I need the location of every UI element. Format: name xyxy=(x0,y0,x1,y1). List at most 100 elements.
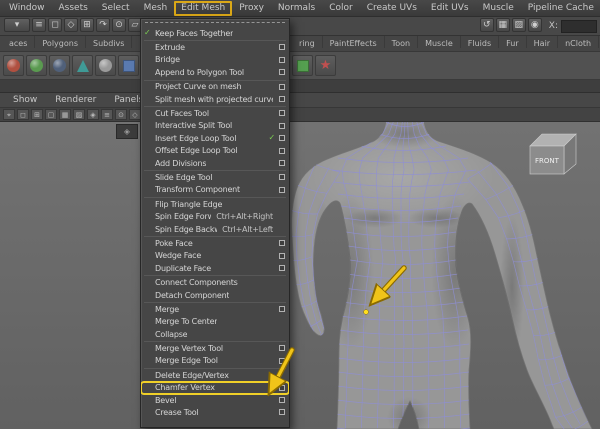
menu-item-merge-edge-tool[interactable]: Merge Edge Tool xyxy=(141,355,289,367)
menu-item-merge-to-center[interactable]: Merge To Center xyxy=(141,316,289,328)
menu-item-spin-edge-forward[interactable]: Spin Edge Forward Ctrl+Alt+Right xyxy=(141,210,289,222)
option-box[interactable] xyxy=(279,69,285,76)
option-box[interactable] xyxy=(279,135,285,142)
menu-item-extrude[interactable]: Extrude xyxy=(141,41,289,53)
option-box[interactable] xyxy=(279,186,285,193)
menu-item-append-to-polygon-tool[interactable]: Append to Polygon Tool xyxy=(141,66,289,78)
menubar-item-window[interactable]: Window xyxy=(2,2,52,15)
render-settings-icon[interactable]: ◉ xyxy=(527,17,542,32)
shelf-sphere-dark-icon[interactable] xyxy=(49,55,70,76)
menu-item-interactive-split-tool[interactable]: Interactive Split Tool xyxy=(141,120,289,132)
option-box[interactable] xyxy=(279,95,285,102)
option-box[interactable] xyxy=(279,252,285,259)
coordinate-x-input[interactable] xyxy=(561,19,597,33)
option-box[interactable] xyxy=(279,159,285,166)
menubar-item-muscle[interactable]: Muscle xyxy=(476,2,521,15)
menu-item-bridge[interactable]: Bridge xyxy=(141,54,289,66)
shelf-tab-hair[interactable]: Hair xyxy=(527,36,559,48)
grid-toggle-icon[interactable]: ⊞ xyxy=(31,109,43,120)
menu-item-poke-face[interactable]: Poke Face xyxy=(141,237,289,249)
menu-tearoff-handle[interactable] xyxy=(141,19,289,27)
option-box[interactable] xyxy=(279,122,285,129)
option-box[interactable] xyxy=(279,110,285,117)
menubar-item-color[interactable]: Color xyxy=(322,2,360,15)
shelf-tab-aces[interactable]: aces xyxy=(2,36,36,48)
shelf-tab-muscle[interactable]: Muscle xyxy=(418,36,461,48)
shelf-grid-green-icon[interactable] xyxy=(292,55,313,76)
viewport-3d[interactable]: ◈ FRONT xyxy=(0,122,600,429)
shelf-star-red-icon[interactable]: ★ xyxy=(315,55,336,76)
snap-to-curve-icon[interactable]: ↷ xyxy=(96,17,110,32)
option-box[interactable] xyxy=(279,345,285,352)
menubar-item-normals[interactable]: Normals xyxy=(271,2,322,15)
shelf-tab-fur[interactable]: Fur xyxy=(499,36,527,48)
option-box[interactable] xyxy=(279,265,285,272)
menu-item-collapse[interactable]: Collapse xyxy=(141,328,289,340)
shelf-tab-ncloth[interactable]: nCloth xyxy=(558,36,600,48)
menu-item-crease-tool[interactable]: Crease Tool xyxy=(141,406,289,418)
shelf-cube-blue-icon[interactable] xyxy=(118,55,139,76)
safe-title-icon[interactable]: ⊙ xyxy=(115,109,127,120)
menu-item-slide-edge-tool[interactable]: Slide Edge Tool xyxy=(141,171,289,183)
option-box[interactable] xyxy=(279,44,285,51)
menubar-item-select[interactable]: Select xyxy=(95,2,137,15)
menubar-item-proxy[interactable]: Proxy xyxy=(232,2,271,15)
menu-item-merge-vertex-tool[interactable]: Merge Vertex Tool xyxy=(141,342,289,354)
resolution-gate-icon[interactable]: ▦ xyxy=(59,109,71,120)
film-gate-icon[interactable]: ▢ xyxy=(45,109,57,120)
shelf-cone-teal-icon[interactable] xyxy=(72,55,93,76)
menu-item-cut-faces-tool[interactable]: Cut Faces Tool xyxy=(141,107,289,119)
selection-mask-dropdown[interactable]: ▾ xyxy=(4,17,30,32)
lock-camera-icon[interactable]: ◻ xyxy=(17,109,29,120)
option-box[interactable] xyxy=(279,357,285,364)
menu-item-merge[interactable]: Merge xyxy=(141,303,289,315)
menubar-item-create-uvs[interactable]: Create UVs xyxy=(360,2,424,15)
view-cube[interactable]: FRONT xyxy=(529,133,577,175)
gate-mask-icon[interactable]: ▨ xyxy=(73,109,85,120)
menu-item-split-mesh-with-projected-curve[interactable]: Split mesh with projected curve xyxy=(141,93,289,105)
shelf-tab-painteffects[interactable]: PaintEffects xyxy=(323,36,385,48)
shelf-tab-fluids[interactable]: Fluids xyxy=(461,36,500,48)
snap-to-grid-icon[interactable]: ⊞ xyxy=(80,17,94,32)
menu-item-insert-edge-loop-tool[interactable]: Insert Edge Loop Tool ✓ xyxy=(141,132,289,144)
construction-history-icon[interactable]: ↺ xyxy=(479,17,494,32)
menu-item-project-curve-on-mesh[interactable]: Project Curve on mesh xyxy=(141,81,289,93)
menubar-item-pipeline-cache[interactable]: Pipeline Cache xyxy=(521,2,600,15)
snap-to-point-icon[interactable]: ⊙ xyxy=(112,17,126,32)
menu-item-duplicate-face[interactable]: Duplicate Face xyxy=(141,262,289,274)
ipr-render-icon[interactable]: ▨ xyxy=(511,17,526,32)
option-box[interactable] xyxy=(279,396,285,403)
shelf-sphere-gray-icon[interactable] xyxy=(95,55,116,76)
panel-menu-show[interactable]: Show xyxy=(4,95,46,105)
menu-item-offset-edge-loop-tool[interactable]: Offset Edge Loop Tool xyxy=(141,145,289,157)
select-by-hierarchy-icon[interactable]: ≡ xyxy=(32,17,46,32)
select-camera-icon[interactable]: ⌖ xyxy=(3,109,15,120)
option-box[interactable] xyxy=(279,174,285,181)
option-box[interactable] xyxy=(279,409,285,416)
menu-item-bevel[interactable]: Bevel xyxy=(141,394,289,406)
shelf-tab-ring[interactable]: ring xyxy=(292,36,323,48)
menu-item-detach-component[interactable]: Detach Component xyxy=(141,289,289,301)
menu-item-add-divisions[interactable]: Add Divisions xyxy=(141,157,289,169)
shelf-sphere-red-icon[interactable] xyxy=(3,55,24,76)
option-box[interactable] xyxy=(279,56,285,63)
shelf-tab-subdivs[interactable]: Subdivs xyxy=(86,36,133,48)
menu-item-keep-faces-together[interactable]: ✓ Keep Faces Together xyxy=(141,27,289,39)
menu-item-wedge-face[interactable]: Wedge Face xyxy=(141,250,289,262)
shelf-sphere-green-icon[interactable] xyxy=(26,55,47,76)
menu-item-flip-triangle-edge[interactable]: Flip Triangle Edge xyxy=(141,198,289,210)
panel-menu-renderer[interactable]: Renderer xyxy=(46,95,105,105)
menu-item-delete-edge-vertex[interactable]: Delete Edge/Vertex xyxy=(141,369,289,381)
option-box[interactable] xyxy=(279,147,285,154)
render-current-frame-icon[interactable]: ▦ xyxy=(495,17,510,32)
select-by-component-icon[interactable]: ◇ xyxy=(64,17,78,32)
option-box[interactable] xyxy=(279,240,285,247)
option-box[interactable] xyxy=(279,306,285,313)
menu-item-connect-components[interactable]: Connect Components xyxy=(141,276,289,288)
select-by-object-icon[interactable]: ◻ xyxy=(48,17,62,32)
option-box[interactable] xyxy=(279,384,285,391)
shelf-tab-polygons[interactable]: Polygons xyxy=(35,36,86,48)
menu-item-spin-edge-backward[interactable]: Spin Edge Backward Ctrl+Alt+Left xyxy=(141,223,289,235)
menubar-item-mesh[interactable]: Mesh xyxy=(137,2,175,15)
menu-item-transform-component[interactable]: Transform Component xyxy=(141,184,289,196)
